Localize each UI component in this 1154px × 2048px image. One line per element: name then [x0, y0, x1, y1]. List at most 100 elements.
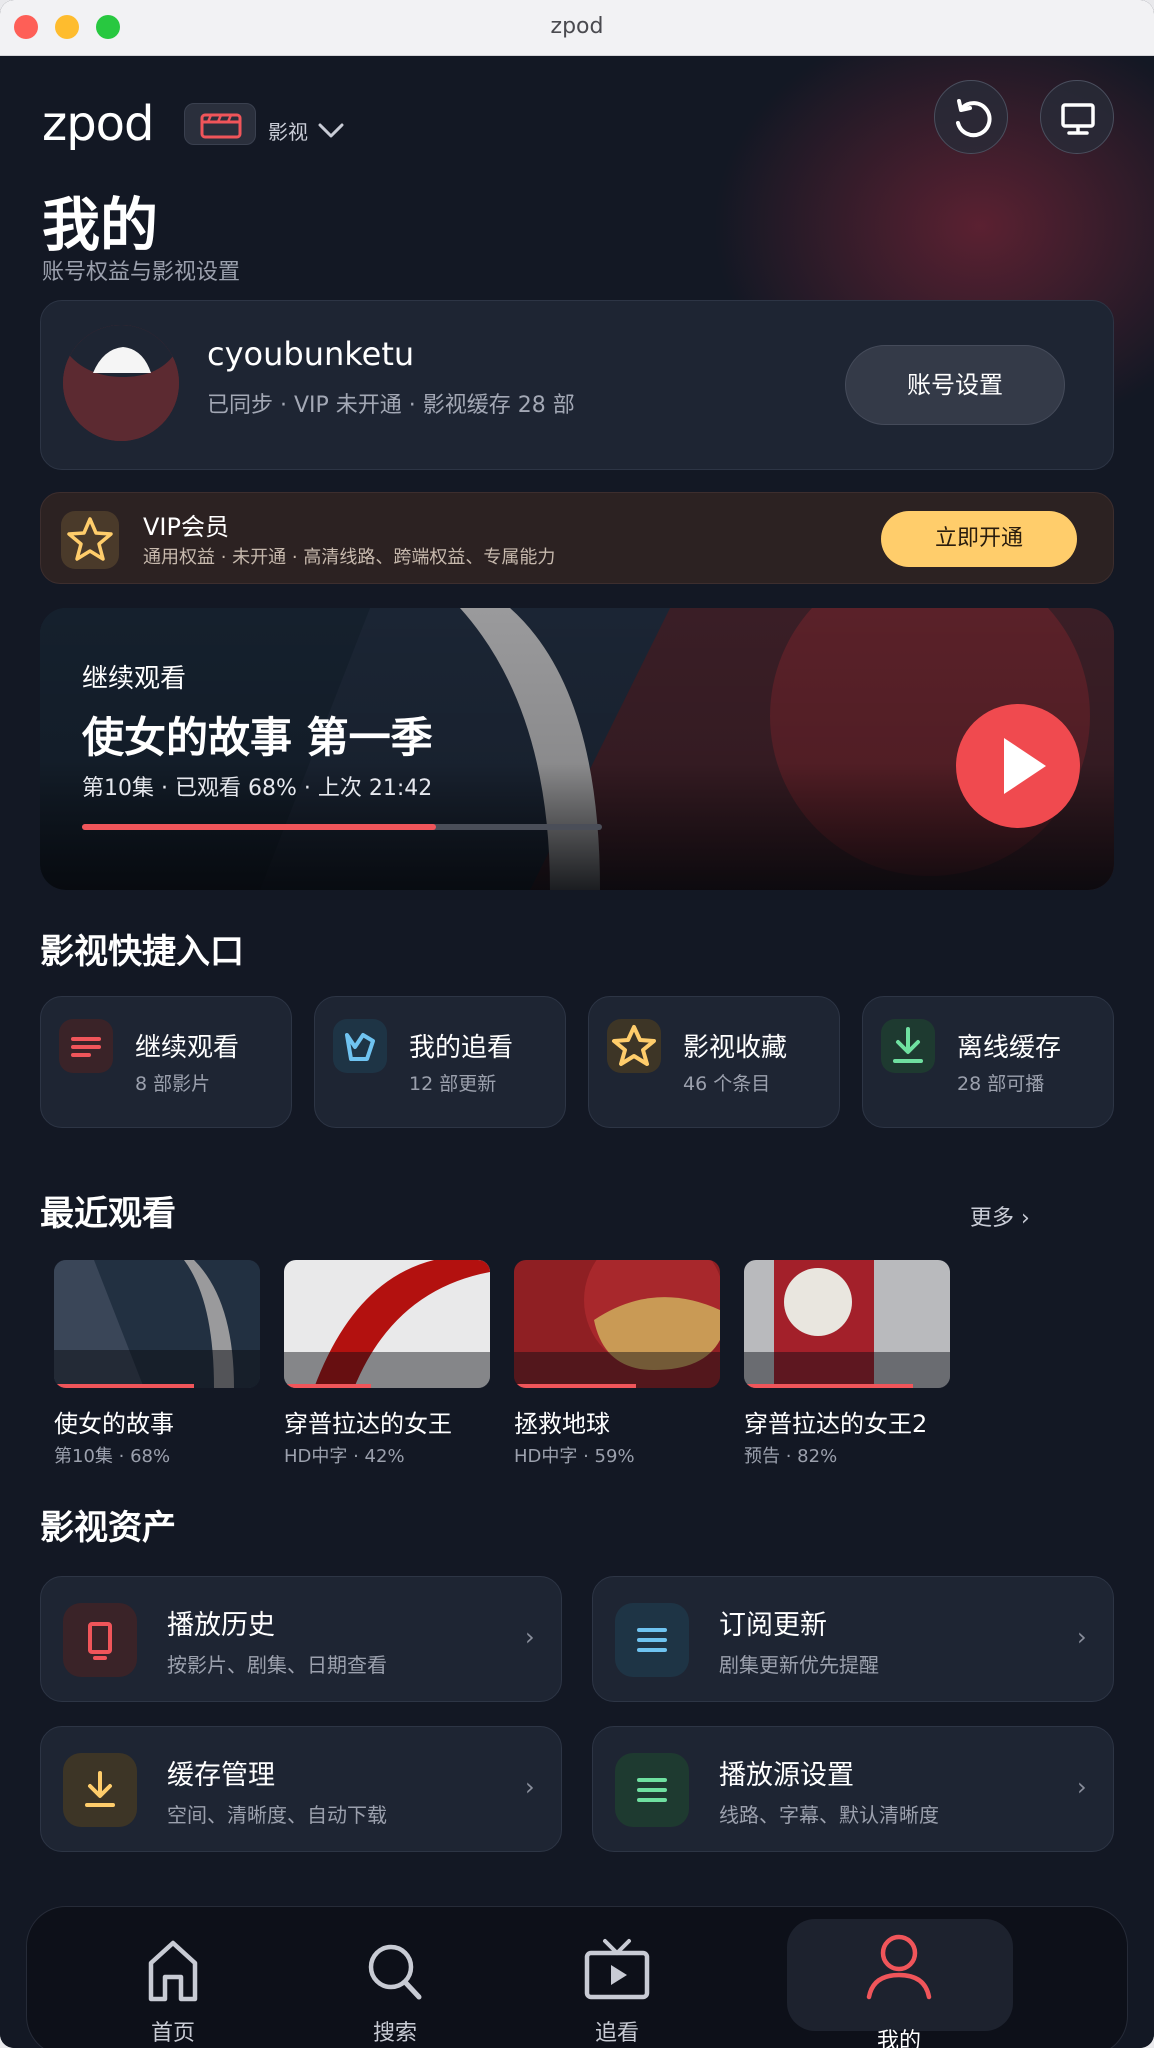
recent-thumbnail [54, 1260, 260, 1388]
list-lines-icon [625, 1763, 679, 1821]
thumbnail-artwork [514, 1260, 720, 1388]
asset-sub: 空间、清晰度、自动下载 [167, 1803, 387, 1827]
vip-title: VIP会员 [143, 513, 229, 541]
quick-entry-name: 离线缓存 [957, 1033, 1062, 1063]
device-button[interactable] [1040, 80, 1114, 154]
quick-entries-title: 影视快捷入口 [40, 932, 244, 972]
vip-activate-button[interactable]: 立即开通 [881, 511, 1077, 567]
asset-icon-box [63, 1753, 137, 1827]
clapperboard-icon [200, 113, 242, 139]
play-button[interactable] [956, 704, 1080, 828]
asset-card[interactable]: 缓存管理 空间、清晰度、自动下载 › [40, 1726, 562, 1852]
hero-title: 使女的故事 第一季 [82, 713, 433, 762]
category-label[interactable]: 影视 [268, 116, 308, 145]
recent-title: 拯救地球 [514, 1410, 610, 1438]
recent-progress-bar [284, 1384, 371, 1388]
quick-entry-card[interactable]: 我的追看 12 部更新 [314, 996, 566, 1128]
recent-thumbnail [284, 1260, 490, 1388]
avatar-graphic [63, 325, 179, 441]
phone-history-icon [73, 1613, 127, 1671]
asset-icon-box [615, 1603, 689, 1677]
home-icon [148, 1940, 198, 2002]
refresh-button[interactable] [934, 80, 1008, 154]
asset-name: 播放历史 [167, 1610, 275, 1641]
chevron-right-icon: › [525, 1623, 535, 1651]
avatar[interactable] [63, 325, 179, 441]
quick-entry-card[interactable]: 继续观看 8 部影片 [40, 996, 292, 1128]
recent-list: 使女的故事 第10集 · 68% 穿普拉达的女王 HD中字 · 42% 拯救地球… [54, 1260, 1054, 1490]
recent-thumbnail [514, 1260, 720, 1388]
asset-icon-box [615, 1753, 689, 1827]
nav-follow-label: 追看 [594, 2021, 639, 2046]
recent-more-link[interactable]: 更多 › [970, 1200, 1030, 1232]
nav-mine-label: 我的 [876, 2029, 921, 2048]
asset-sub: 线路、字幕、默认清晰度 [719, 1803, 939, 1827]
asset-card[interactable]: 播放历史 按影片、剧集、日期查看 › [40, 1576, 562, 1702]
nav-home-label: 首页 [150, 2021, 195, 2046]
quick-entry-icon-box [607, 1019, 661, 1073]
list-lines-icon [625, 1613, 679, 1671]
account-status-line: 已同步 · VIP 未开通 · 影视缓存 28 部 [207, 393, 575, 418]
quick-entry-name: 我的追看 [409, 1033, 514, 1063]
recent-title: 使女的故事 [54, 1410, 174, 1438]
nav-follow[interactable]: 追看 [517, 1907, 717, 2047]
profile-card: cyoubunketu 已同步 · VIP 未开通 · 影视缓存 28 部 账号… [40, 300, 1114, 470]
recent-subtitle: HD中字 · 59% [514, 1446, 635, 1467]
star-icon [67, 517, 113, 561]
thumbnail-artwork [54, 1260, 260, 1388]
account-settings-button[interactable]: 账号设置 [845, 345, 1065, 425]
recent-progress-bar [54, 1384, 195, 1388]
quick-entry-sub: 28 部可播 [957, 1073, 1045, 1095]
hero-meta: 第10集 · 已观看 68% · 上次 21:42 [82, 776, 433, 801]
continue-watching-hero[interactable]: 继续观看 使女的故事 第一季 第10集 · 已观看 68% · 上次 21:42 [40, 608, 1114, 890]
asset-card[interactable]: 订阅更新 剧集更新优先提醒 › [592, 1576, 1114, 1702]
quick-entry-sub: 8 部影片 [135, 1073, 211, 1095]
assets-grid: 播放历史 按影片、剧集、日期查看 › 订阅更新 剧集更新优先提醒 › 缓存管理 … [40, 1576, 1114, 1858]
search-icon [368, 1944, 422, 2000]
download-icon [73, 1763, 127, 1821]
brand-logo-text: zpod [42, 96, 154, 152]
quick-entries-grid: 继续观看 8 部影片 我的追看 12 部更新 影视收藏 46 个条目 离线缓存 … [40, 996, 1114, 1128]
quick-entry-card[interactable]: 离线缓存 28 部可播 [862, 996, 1114, 1128]
profile-screen: zpod 影视 我的 账号权益与影视设置 cyoubunketu 已同步 · V… [0, 56, 1154, 2048]
asset-name: 订阅更新 [719, 1610, 827, 1641]
recent-subtitle: 第10集 · 68% [54, 1446, 171, 1467]
quick-entry-card[interactable]: 影视收藏 46 个条目 [588, 996, 840, 1128]
asset-card[interactable]: 播放源设置 线路、字幕、默认清晰度 › [592, 1726, 1114, 1852]
nav-mine[interactable]: 我的 [799, 1907, 999, 2048]
quick-entry-icon-box [881, 1019, 935, 1073]
chevron-right-icon: › [1077, 1773, 1087, 1801]
chevron-right-icon: › [525, 1773, 535, 1801]
app-window: zpod zpod 影视 我的 账号权益与影视设置 cyoubunketu 已同… [0, 0, 1154, 2048]
recent-section-title: 最近观看 [40, 1194, 176, 1234]
recent-subtitle: HD中字 · 42% [284, 1446, 405, 1467]
page-subtitle: 账号权益与影视设置 [42, 260, 241, 285]
recent-progress-bar [514, 1384, 636, 1388]
asset-name: 缓存管理 [167, 1760, 275, 1791]
quick-entry-name: 影视收藏 [683, 1033, 788, 1063]
quick-entry-icon-box [333, 1019, 387, 1073]
refresh-icon [956, 99, 992, 138]
user-icon [866, 1934, 932, 2000]
nav-search[interactable]: 搜索 [295, 1907, 495, 2047]
quick-entry-sub: 12 部更新 [409, 1073, 497, 1095]
recent-progress-bar [744, 1384, 913, 1388]
nav-search-label: 搜索 [372, 2021, 417, 2046]
username: cyoubunketu [207, 335, 415, 373]
hero-progress-fill [82, 824, 436, 830]
assets-section-title: 影视资产 [40, 1508, 176, 1548]
category-switch-button[interactable] [184, 103, 256, 145]
vip-banner: VIP会员 通用权益 · 未开通 · 高清线路、跨端权益、专属能力 立即开通 [40, 492, 1114, 584]
window-titlebar: zpod [0, 0, 1154, 56]
star-icon [607, 1025, 661, 1077]
vip-star-icon-box [61, 511, 119, 569]
chevron-down-icon[interactable] [316, 118, 346, 142]
thumbnail-artwork [284, 1260, 490, 1388]
page-title: 我的 [42, 191, 159, 259]
hero-kicker: 继续观看 [82, 664, 187, 694]
tv-icon [584, 1939, 650, 2000]
download-icon [881, 1027, 935, 1077]
nav-home[interactable]: 首页 [73, 1907, 273, 2047]
asset-sub: 按影片、剧集、日期查看 [167, 1653, 387, 1677]
recent-title: 穿普拉达的女王 [284, 1410, 452, 1438]
